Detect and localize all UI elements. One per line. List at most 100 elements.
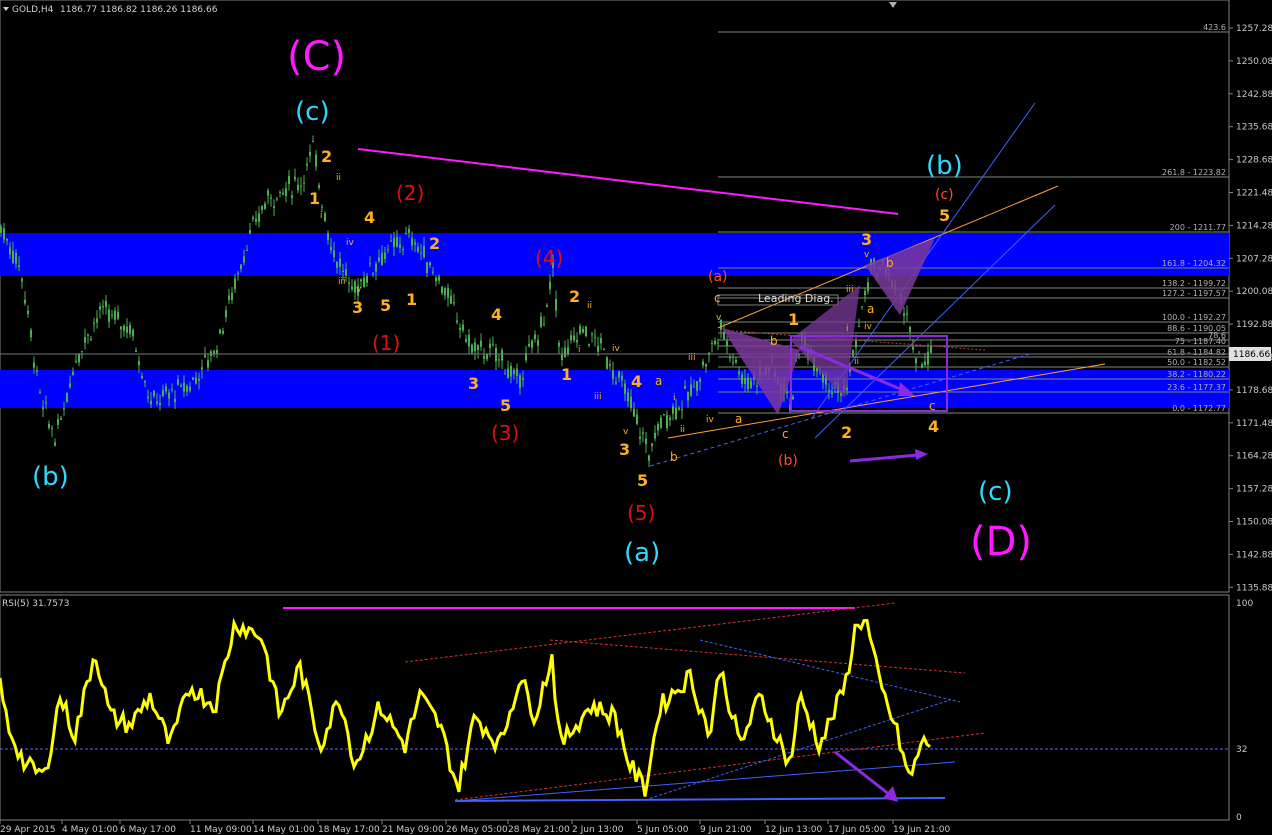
candle-body	[405, 233, 407, 235]
candle-body	[687, 391, 689, 401]
candle-body	[333, 250, 335, 257]
wave-red-4: (4)	[535, 246, 563, 270]
purple-arrow-right-head	[915, 449, 928, 460]
time-tick-label: 28 May 21:00	[508, 825, 570, 835]
price-tick-label: 1200.08	[1236, 287, 1272, 297]
candle-body	[282, 192, 284, 195]
price-tick-label: 1192.88	[1236, 320, 1272, 330]
price-axis: 1257.28 1250.08 1242.88 1235.68 1228.68 1221.…	[1229, 24, 1272, 593]
candle-body	[102, 306, 104, 308]
time-axis: 29 Apr 2015 4 May 01:00 6 May 17:00 11 May …	[0, 820, 950, 835]
candle-body	[705, 363, 707, 367]
candle-body	[474, 342, 476, 352]
wave-1-d: 1	[788, 310, 799, 329]
candle-body	[471, 344, 473, 353]
candle-body	[426, 262, 428, 274]
candle-body	[225, 310, 227, 318]
time-tick-label: 12 Jun 13:00	[765, 825, 822, 835]
candle-body	[423, 246, 425, 258]
fib-label: 61.8 - 1184.82	[1167, 348, 1226, 357]
rsi-blue-dashed-2	[699, 639, 961, 703]
candle-body	[399, 244, 401, 248]
candle-body	[351, 286, 353, 290]
sub-v-3: v	[716, 313, 722, 323]
price-tick-label: 1150.08	[1236, 518, 1272, 528]
candle-body	[363, 277, 365, 288]
price-tick-label: 1142.88	[1236, 550, 1272, 560]
candle-body	[219, 329, 221, 334]
candle-body	[420, 252, 422, 254]
candle-body	[171, 389, 173, 391]
candle-body	[237, 272, 239, 274]
candle-body	[516, 368, 518, 376]
candle-body	[360, 279, 362, 282]
candle-body	[489, 343, 491, 349]
candle-body	[192, 377, 194, 381]
candle-body	[603, 348, 605, 350]
price-tick-label: 1178.68	[1236, 386, 1272, 396]
candle-body	[252, 217, 254, 220]
candle-body	[909, 326, 911, 332]
candle-body	[585, 326, 587, 337]
candle-body	[216, 349, 218, 354]
wave-5-c: 5	[637, 471, 648, 490]
sub-i-3: i	[673, 393, 676, 403]
candle-body	[537, 340, 539, 346]
time-tick-label: 17 Jun 05:00	[828, 825, 885, 835]
candle-body	[747, 377, 749, 390]
candle-body	[858, 325, 860, 327]
price-tick-label: 1235.68	[1236, 123, 1272, 133]
candle-body	[693, 386, 695, 388]
candle-body	[42, 407, 44, 410]
candle-body	[261, 205, 263, 210]
candle-body	[855, 340, 857, 348]
candle-body	[6, 238, 8, 241]
candle-body	[507, 368, 509, 379]
fib-label: 127.2 - 1197.57	[1162, 289, 1226, 298]
rsi-header: RSI(5) 31.7573	[2, 599, 69, 609]
candle-body	[51, 427, 53, 429]
candle-body	[582, 328, 584, 333]
candle-body	[621, 375, 623, 381]
candle-body	[930, 346, 932, 353]
candle-body	[99, 306, 101, 310]
sub-iv-1: iv	[346, 238, 355, 248]
candle-body	[699, 378, 701, 382]
fib-label: 423.6	[1203, 23, 1226, 32]
candle-body	[204, 355, 206, 358]
candle-body	[162, 390, 164, 397]
candle-body	[306, 163, 308, 166]
candle-body	[195, 377, 197, 384]
candle-body	[0, 226, 2, 233]
candle-body	[501, 349, 503, 361]
candle-body	[273, 206, 275, 208]
wave-5-a: 5	[380, 296, 391, 315]
rsi-purple-arrow-head	[883, 786, 898, 802]
time-tick-label: 6 May 17:00	[120, 825, 176, 835]
wave-4-d: 4	[928, 417, 939, 436]
candle-body	[36, 370, 38, 372]
candle-body	[546, 305, 548, 308]
candle-body	[543, 323, 545, 325]
candle-body	[81, 351, 83, 353]
candle-body	[903, 313, 905, 316]
candle-body	[741, 374, 743, 384]
time-tick-label: 11 May 09:00	[190, 825, 252, 835]
fib-label: 38.2 - 1180.22	[1167, 370, 1226, 379]
sub-ii-2: ii	[587, 301, 592, 311]
candle-body	[468, 334, 470, 347]
candle-body	[63, 408, 65, 410]
wave-c-right: (c)	[978, 477, 1013, 507]
candle-body	[108, 309, 110, 322]
candle-body	[609, 364, 611, 366]
candle-body	[24, 299, 26, 304]
wave-4-b: 4	[491, 305, 502, 324]
candle-body	[669, 417, 671, 421]
sub-iv-3: iv	[706, 415, 715, 425]
candle-body	[168, 392, 170, 399]
header-dropdown-icon[interactable]	[3, 7, 9, 11]
candle-body	[285, 188, 287, 196]
fib-label: 138.2 - 1199.72	[1162, 279, 1226, 288]
time-tick-label: 4 May 01:00	[62, 825, 118, 835]
candle-body	[540, 316, 542, 327]
